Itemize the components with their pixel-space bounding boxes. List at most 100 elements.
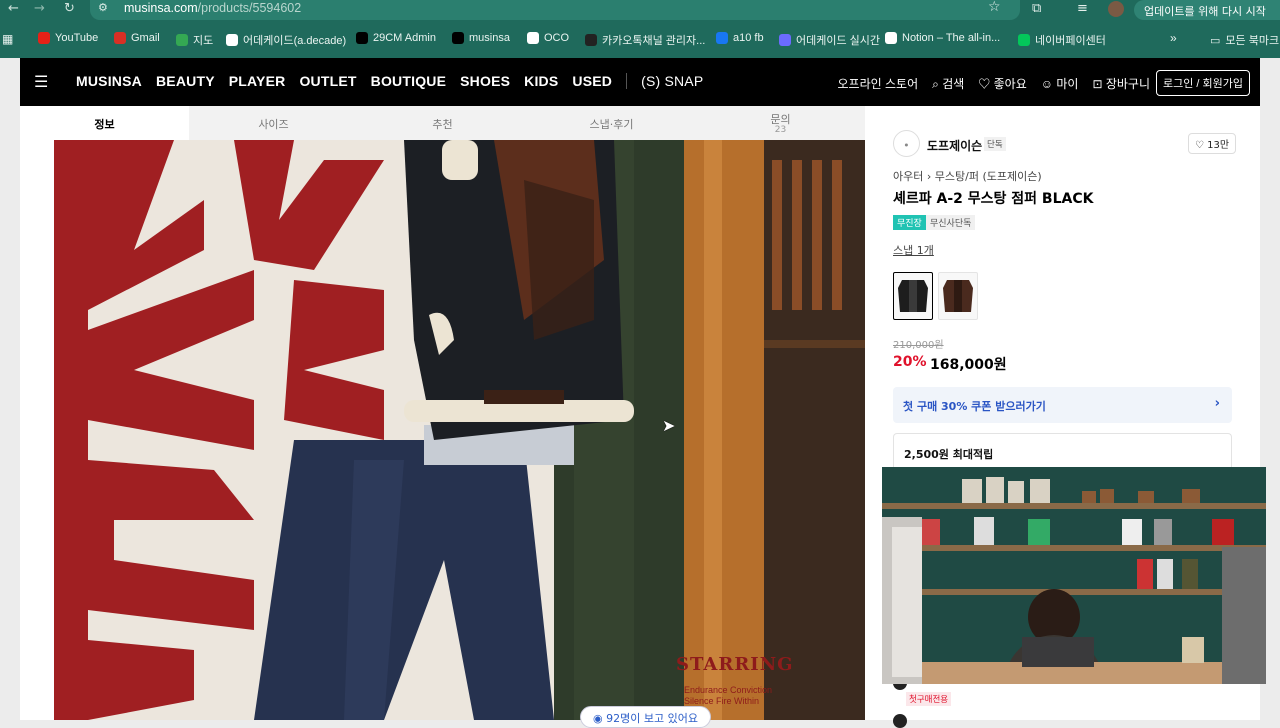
forward-icon[interactable]: → — [34, 1, 45, 16]
util-label: 오프라인 스토어 — [837, 77, 919, 91]
nav-item-snap[interactable]: (S) SNAP — [641, 73, 703, 89]
apps-grid-icon[interactable]: ▦ — [2, 32, 13, 46]
user-icon: ☺ — [1040, 77, 1057, 91]
musinsa-icon — [452, 32, 464, 44]
bookmark-label: a10 fb — [733, 32, 764, 44]
product-image[interactable]: STARRING Endurance Conviction Silence Fi… — [54, 140, 865, 720]
webcam-video — [882, 467, 1266, 684]
media-control-icon[interactable]: ≡ — [1077, 1, 1088, 16]
nav-item-kids[interactable]: KIDS — [524, 73, 558, 89]
snap-count-link[interactable]: 스냅 1개 — [893, 242, 934, 258]
exclusive-badge: 무신사단독 — [926, 215, 976, 230]
original-price: 210,000원 — [893, 340, 944, 351]
bookmark-item[interactable]: 네이버페이센터 — [1018, 32, 1106, 48]
nav-item-musinsa[interactable]: MUSINSA — [76, 73, 142, 89]
bookmark-item[interactable]: Notion – The all-in... — [885, 32, 1000, 44]
tab-label: 정보 — [94, 118, 115, 131]
nav-item-shoes[interactable]: SHOES — [460, 73, 510, 89]
bookmark-item[interactable]: a10 fb — [716, 32, 764, 44]
site-info-icon[interactable]: ⚙ — [98, 1, 108, 14]
brand-exclusive-tag: 단독 — [984, 137, 1006, 151]
util-item-3[interactable]: ☺ 마이 — [1041, 75, 1079, 92]
benefit-row[interactable] — [893, 714, 907, 728]
tab-0[interactable]: 정보 — [20, 106, 189, 140]
bookmark-label: Gmail — [131, 32, 160, 44]
gmail-icon — [114, 32, 126, 44]
bookmark-label: 29CM Admin — [373, 32, 436, 44]
tab-1[interactable]: 사이즈 — [189, 106, 358, 140]
util-item-0[interactable]: 오프라인 스토어 — [838, 75, 919, 92]
bookmark-item[interactable]: YouTube — [38, 32, 98, 44]
bookmark-item[interactable]: musinsa — [452, 32, 510, 44]
color-option-brown[interactable] — [938, 272, 978, 320]
bookmark-label: Notion – The all-in... — [902, 32, 1001, 44]
bookmarks-bar: ▦ YouTube Gmail 지도 어데케이드(a.decade) 29CM Admi… — [0, 28, 1280, 52]
back-icon[interactable]: ← — [8, 1, 19, 16]
extensions-icon[interactable]: ⧉ — [1032, 1, 1041, 16]
bookmark-item[interactable]: OCO — [527, 32, 569, 44]
bookmark-item[interactable]: Gmail — [114, 32, 160, 44]
jacket-thumbnail-icon — [943, 280, 973, 312]
hamburger-menu-icon[interactable]: ☰ — [34, 72, 48, 92]
mujinjang-badge: 무진장 — [893, 215, 926, 230]
globe-icon — [527, 32, 539, 44]
folder-label: 모든 북마크 — [1225, 35, 1280, 47]
like-button[interactable]: ♡ 13만 — [1188, 133, 1237, 154]
util-item-2[interactable]: ♡ 좋아요 — [978, 75, 1026, 92]
reload-icon[interactable]: ↻ — [64, 1, 75, 16]
brand-logo[interactable]: ● — [893, 130, 920, 157]
breadcrumb-subcategory[interactable]: 무스탕/퍼 (도프제이슨) — [935, 170, 1042, 183]
tab-4[interactable]: 문의 23 — [696, 106, 865, 140]
site-header: ☰ MUSINSA BEAUTY PLAYER OUTLET BOUTIQUE SHOES… — [20, 58, 1260, 106]
search-icon: ⌕ — [932, 77, 943, 91]
first-purchase-coupon-button[interactable]: 첫 구매 30% 쿠폰 받으러가기 › — [893, 387, 1232, 423]
breadcrumb-category[interactable]: 아우터 — [893, 170, 923, 183]
bookmark-label: 어데케이드(a.decade) — [243, 35, 347, 47]
url-text[interactable]: musinsa.com/products/5594602 — [124, 1, 301, 15]
naverpay-icon — [1018, 34, 1030, 46]
bookmark-item[interactable]: 어데케이드 실시간 — [779, 32, 880, 48]
util-item-4[interactable]: ⊡ 장바구니 — [1092, 75, 1150, 92]
magazine-subtext-line: Endurance Conviction — [684, 685, 773, 695]
discount-rate: 20% — [893, 354, 927, 370]
bookmark-label: musinsa — [469, 32, 510, 44]
profile-avatar[interactable] — [1108, 1, 1124, 17]
bookmark-star-icon[interactable]: ☆ — [988, 0, 1001, 15]
color-option-black[interactable] — [893, 272, 933, 320]
nav-item-boutique[interactable]: BOUTIQUE — [371, 73, 447, 89]
nav-item-outlet[interactable]: OUTLET — [299, 73, 356, 89]
nav-item-player[interactable]: PLAYER — [229, 73, 286, 89]
globe-icon — [226, 34, 238, 46]
like-count: 13만 — [1207, 140, 1230, 151]
facebook-icon — [716, 32, 728, 44]
viewers-count-badge: ◉ 92명이 보고 있어요 — [580, 706, 711, 728]
update-restart-button[interactable]: 업데이트를 위해 다시 시작 — [1134, 0, 1280, 20]
bookmark-label: 카카오톡채널 관리자... — [602, 35, 706, 47]
address-bar[interactable]: ⚙ musinsa.com/products/5594602 ☆ — [90, 0, 1020, 20]
bookmark-item[interactable]: 카카오톡채널 관리자... — [585, 32, 705, 48]
browser-toolbar: ← → ↻ ⚙ musinsa.com/products/5594602 ☆ ⧉… — [0, 0, 1280, 58]
bookmark-item[interactable]: 어데케이드(a.decade) — [226, 32, 346, 48]
util-label: 검색 — [942, 77, 965, 91]
heart-icon: ♡ — [978, 77, 994, 91]
heart-icon: ♡ — [1195, 140, 1204, 151]
sale-price: 168,000원 — [930, 357, 1007, 373]
youtube-icon — [38, 32, 50, 44]
brand-name[interactable]: 도프제이슨 — [927, 137, 982, 154]
all-bookmarks-folder[interactable]: ▭ 모든 북마크 — [1210, 32, 1279, 48]
login-signup-button[interactable]: 로그인 / 회원가입 — [1155, 70, 1250, 96]
bookmark-label: 어데케이드 실시간 — [796, 35, 881, 47]
webcam-overlay — [882, 467, 1266, 684]
nav-item-used[interactable]: USED — [572, 73, 612, 89]
kakao-icon — [585, 34, 597, 46]
bookmark-item[interactable]: 지도 — [176, 32, 213, 48]
more-bookmarks-icon[interactable]: » — [1170, 31, 1177, 45]
bookmark-item[interactable]: 29CM Admin — [356, 32, 436, 44]
nav-item-beauty[interactable]: BEAUTY — [156, 73, 215, 89]
magazine-subtext: Endurance Conviction Silence Fire Within — [684, 685, 772, 707]
tab-3[interactable]: 스냅·후기 — [527, 106, 696, 140]
tab-2[interactable]: 추천 — [358, 106, 527, 140]
util-item-1[interactable]: ⌕ 검색 — [932, 75, 964, 92]
address-row: ← → ↻ ⚙ musinsa.com/products/5594602 ☆ ⧉… — [0, 0, 1280, 22]
nav-divider — [626, 73, 628, 89]
